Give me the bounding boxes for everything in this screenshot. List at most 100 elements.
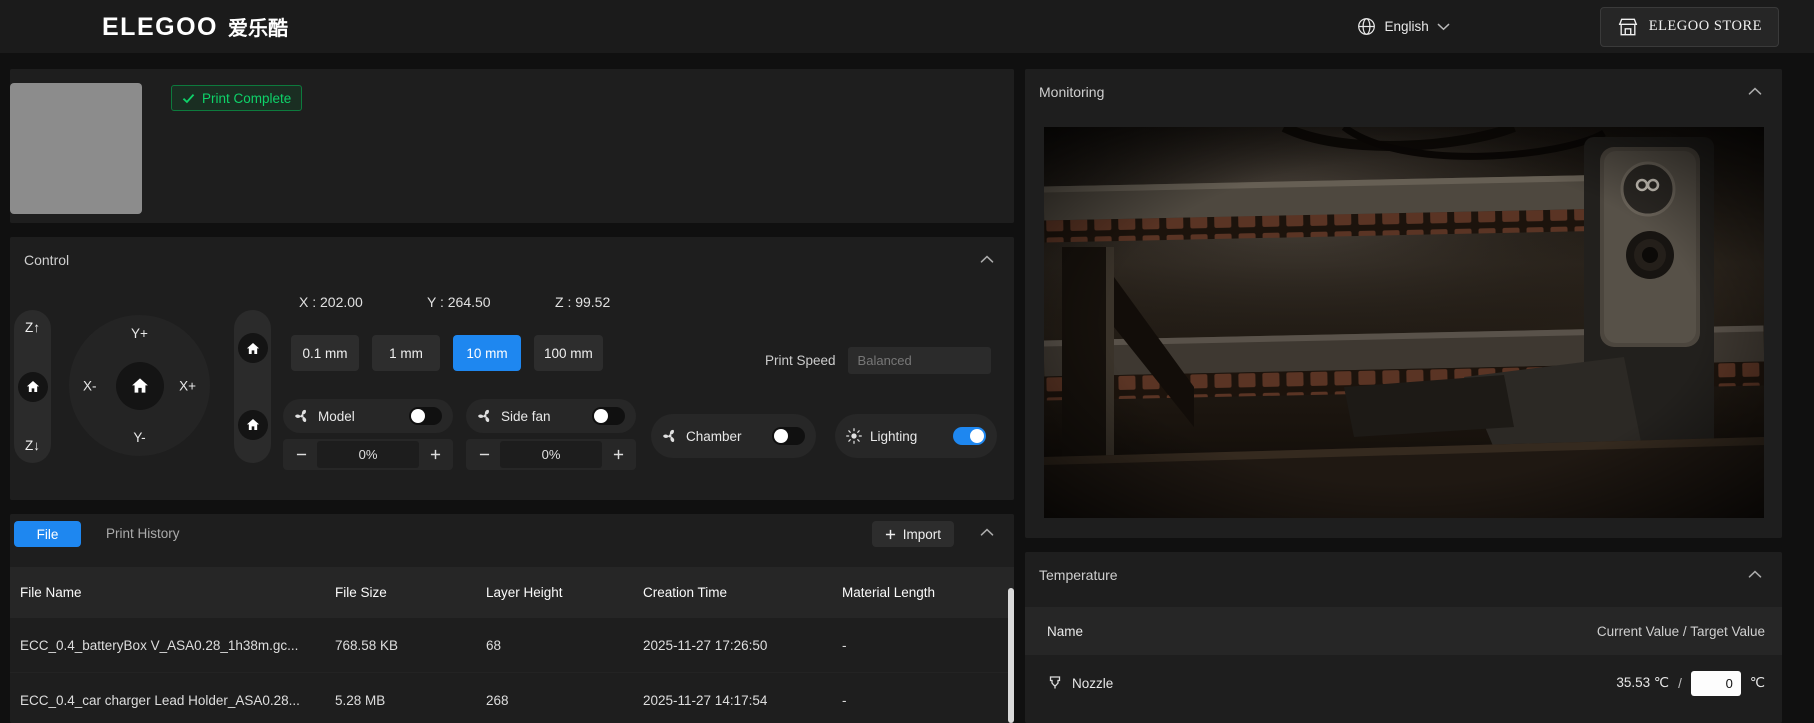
camera-image: [1044, 127, 1764, 518]
file-collapse-chevron-icon[interactable]: [980, 528, 994, 536]
col-material-length: Material Length: [842, 585, 936, 600]
globe-icon: [1357, 17, 1376, 36]
camera-feed: [1044, 127, 1764, 518]
position-z-readout: Z : 99.52: [555, 294, 611, 310]
tab-file[interactable]: File: [14, 521, 81, 547]
temperature-collapse-chevron-icon[interactable]: [1748, 570, 1762, 578]
print-thumbnail: [10, 83, 142, 214]
step-size-0.1mm-button[interactable]: 0.1 mm: [291, 335, 359, 371]
y-plus-button[interactable]: Y+: [131, 326, 148, 341]
nozzle-target-input[interactable]: 0: [1690, 670, 1741, 696]
print-speed-select[interactable]: Balanced: [847, 347, 991, 374]
main-content: Print Complete Control Z↑ Z↓ Y+ X- X+ Y-: [0, 53, 1814, 723]
home-button-bottom[interactable]: [237, 409, 268, 440]
home-button-top[interactable]: [237, 333, 268, 364]
file-name-cell: ECC_0.4_batteryBox V_ASA0.28_1h38m.gc...: [20, 637, 299, 653]
side-fan-label: Side fan: [501, 408, 551, 424]
side-fan-stepper: 0%: [466, 439, 636, 470]
fan-icon: [662, 428, 678, 444]
tab-print-history[interactable]: Print History: [106, 521, 180, 547]
step-size-100mm-button[interactable]: 100 mm: [534, 335, 603, 371]
import-button[interactable]: Import: [871, 521, 954, 547]
model-fan-value: 0%: [317, 441, 419, 468]
chevron-down-icon: [1437, 23, 1450, 31]
step-size-group: 0.1 mm 1 mm 10 mm 100 mm: [291, 335, 603, 371]
x-plus-button[interactable]: X+: [179, 378, 196, 393]
home-jog-pill: [234, 310, 271, 463]
file-name-cell: ECC_0.4_car charger Lead Holder_ASA0.28.…: [20, 692, 300, 708]
table-row[interactable]: ECC_0.4_batteryBox V_ASA0.28_1h38m.gc...…: [10, 618, 1014, 673]
elegoo-logo: ELEGOO 爱乐酷: [102, 12, 288, 42]
elegoo-store-button[interactable]: ELEGOO STORE: [1599, 6, 1779, 47]
file-table-header: File Name File Size Layer Height Creatio…: [10, 567, 1014, 618]
file-list-scrollbar[interactable]: [1008, 588, 1014, 723]
model-fan-decrease-button[interactable]: [285, 441, 317, 468]
col-layer-height: Layer Height: [486, 585, 563, 600]
col-current-target: Current Value / Target Value: [1596, 623, 1765, 639]
file-table-body: ECC_0.4_batteryBox V_ASA0.28_1h38m.gc...…: [10, 618, 1014, 723]
control-panel: Control Z↑ Z↓ Y+ X- X+ Y- X: 202.00 Y:…: [10, 237, 1014, 500]
check-icon: [182, 93, 195, 104]
side-fan-decrease-button[interactable]: [468, 441, 500, 468]
chamber-fan-toggle[interactable]: [772, 427, 805, 445]
print-speed-label: Print Speed: [765, 353, 836, 368]
store-label: ELEGOO STORE: [1648, 18, 1762, 34]
print-speed-group: Print Speed Balanced: [765, 347, 991, 374]
model-fan-stepper: 0%: [283, 439, 453, 470]
value-separator: /: [1678, 675, 1682, 691]
plus-icon: [430, 449, 441, 460]
table-row[interactable]: ECC_0.4_car charger Lead Holder_ASA0.28.…: [10, 673, 1014, 723]
control-collapse-chevron-icon[interactable]: [980, 255, 994, 263]
file-size-cell: 5.28 MB: [335, 692, 386, 708]
home-icon: [246, 342, 260, 355]
import-label: Import: [902, 526, 941, 542]
z-up-button[interactable]: Z↑: [25, 320, 40, 335]
minus-icon: [296, 449, 307, 460]
nozzle-unit: ℃: [1749, 675, 1765, 690]
fan-icon: [294, 408, 310, 424]
control-panel-title: Control: [24, 252, 70, 268]
top-bar: ELEGOO 爱乐酷 English ELEGOO STORE: [0, 0, 1814, 53]
y-minus-button[interactable]: Y-: [133, 430, 145, 445]
xy-home-button[interactable]: [115, 361, 164, 410]
nozzle-icon: [1047, 675, 1063, 691]
z-down-button[interactable]: Z↓: [25, 438, 40, 453]
monitoring-collapse-chevron-icon[interactable]: [1748, 87, 1762, 95]
file-size-cell: 768.58 KB: [335, 637, 399, 653]
logo-text-cn: 爱乐酷: [227, 17, 288, 40]
nozzle-name: Nozzle: [1047, 675, 1113, 691]
xy-jog-pad: Y+ X- X+ Y-: [69, 315, 210, 456]
topbar-right: English ELEGOO STORE: [1357, 6, 1779, 47]
home-icon: [131, 377, 149, 394]
z-home-button[interactable]: [17, 371, 48, 402]
file-panel: File Print History Import File Name File…: [10, 514, 1014, 723]
side-fan-group: Side fan: [466, 399, 636, 433]
step-size-10mm-button[interactable]: 10 mm: [453, 335, 521, 371]
nozzle-values: 35.53 ℃ / 0 ℃: [1616, 670, 1765, 696]
position-x-readout: X : 202.00: [299, 294, 363, 310]
z-jog-pill: Z↑ Z↓: [14, 310, 51, 463]
language-label: English: [1384, 19, 1429, 34]
col-file-name: File Name: [20, 585, 82, 600]
lighting-group: Lighting: [835, 414, 997, 458]
print-status-panel: Print Complete: [10, 69, 1014, 223]
col-creation-time: Creation Time: [643, 585, 728, 600]
creation-time-cell: 2025-11-27 17:26:50: [643, 637, 768, 653]
position-y-readout: Y : 264.50: [427, 294, 491, 310]
fan-icon: [477, 408, 493, 424]
nozzle-current-value: 35.53 ℃: [1616, 675, 1670, 690]
model-fan-group: Model: [283, 399, 453, 433]
model-fan-toggle[interactable]: [409, 407, 442, 425]
lighting-toggle[interactable]: [953, 427, 986, 445]
language-selector[interactable]: English: [1357, 17, 1449, 36]
side-fan-increase-button[interactable]: [602, 441, 634, 468]
chamber-fan-group: Chamber: [651, 414, 816, 458]
side-fan-toggle[interactable]: [592, 407, 625, 425]
store-icon: [1617, 17, 1639, 37]
model-fan-increase-button[interactable]: [419, 441, 451, 468]
step-size-1mm-button[interactable]: 1 mm: [372, 335, 440, 371]
x-minus-button[interactable]: X-: [83, 378, 97, 393]
print-complete-badge: Print Complete: [171, 85, 303, 111]
monitoring-panel-title: Monitoring: [1039, 84, 1105, 100]
material-length-cell: -: [842, 692, 847, 708]
